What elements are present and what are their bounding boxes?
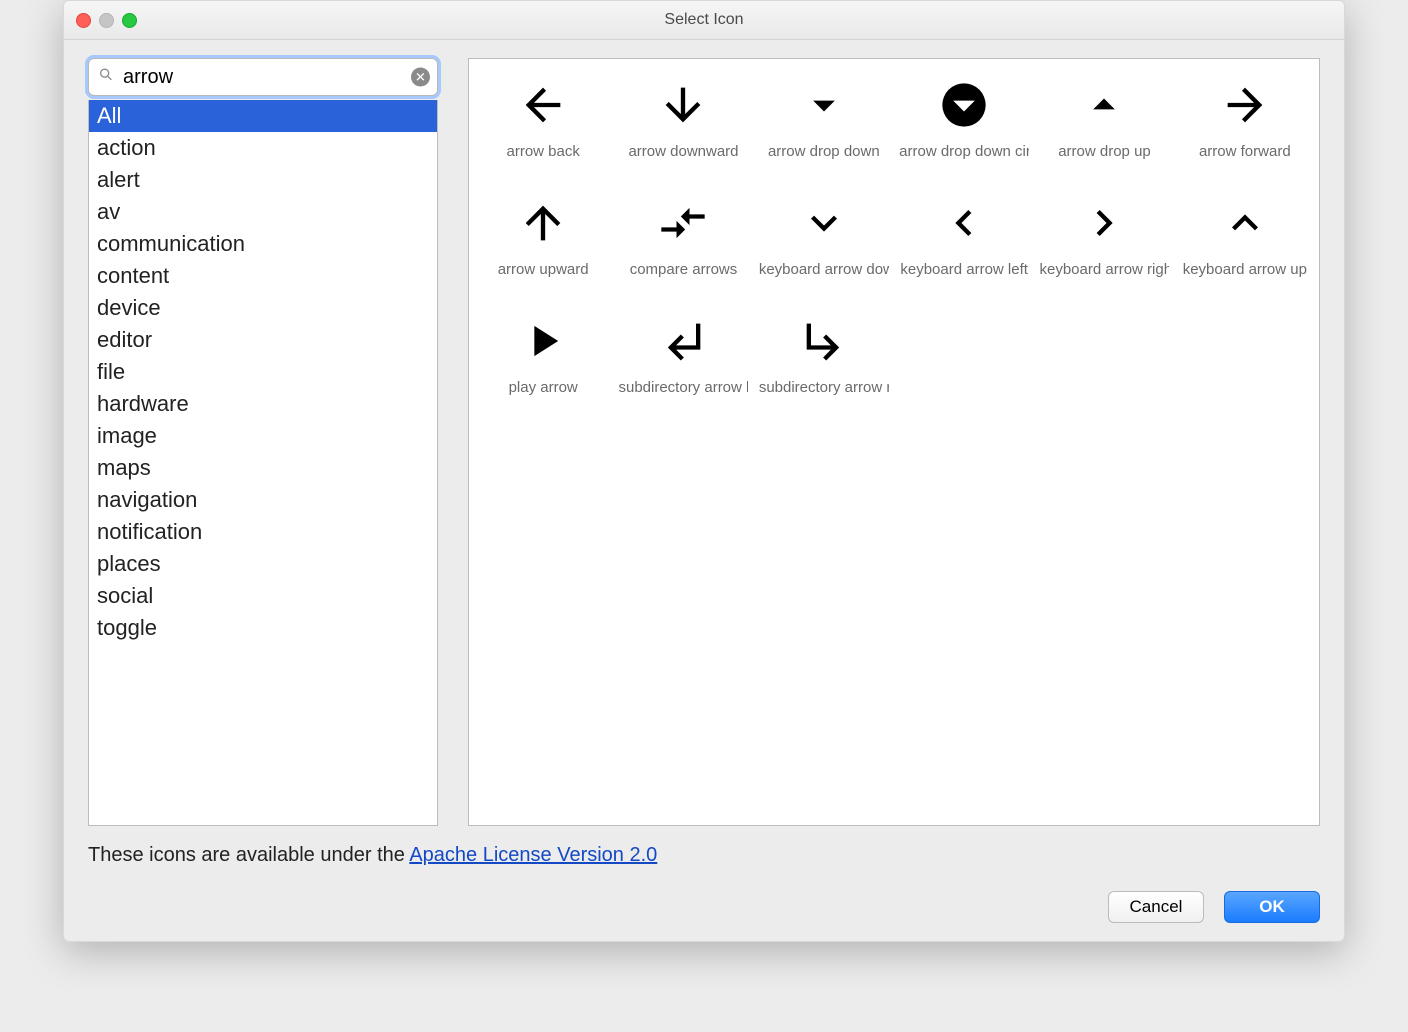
icon-grid: arrow back arrow downward arrow drop down a… bbox=[473, 69, 1315, 423]
arrow-back-icon bbox=[515, 77, 571, 133]
category-item[interactable]: places bbox=[89, 548, 437, 580]
icon-cell[interactable]: arrow drop up bbox=[1034, 69, 1174, 187]
category-item[interactable]: maps bbox=[89, 452, 437, 484]
icon-label: keyboard arrow left bbox=[900, 261, 1028, 278]
close-window-button[interactable] bbox=[76, 13, 91, 28]
arrow-drop-up-icon bbox=[1076, 77, 1132, 133]
icon-cell[interactable]: arrow forward bbox=[1175, 69, 1315, 187]
subdir-left-icon bbox=[655, 313, 711, 369]
keyboard-arrow-up-icon bbox=[1217, 195, 1273, 251]
license-text: These icons are available under the Apac… bbox=[88, 844, 1320, 867]
arrow-downward-icon bbox=[655, 77, 711, 133]
arrow-drop-down-circle-icon bbox=[936, 77, 992, 133]
category-item[interactable]: alert bbox=[89, 164, 437, 196]
category-item[interactable]: hardware bbox=[89, 388, 437, 420]
icon-cell[interactable]: keyboard arrow right bbox=[1034, 187, 1174, 305]
search-field-wrap: ✕ bbox=[88, 58, 438, 96]
license-link[interactable]: Apache License Version 2.0 bbox=[409, 844, 657, 866]
icon-label: subdirectory arrow right bbox=[759, 379, 889, 396]
category-item[interactable]: All bbox=[89, 100, 437, 132]
icon-cell[interactable]: compare arrows bbox=[613, 187, 753, 305]
category-item[interactable]: device bbox=[89, 292, 437, 324]
window-title: Select Icon bbox=[64, 11, 1344, 29]
icon-label: arrow drop down bbox=[768, 143, 880, 160]
zoom-window-button[interactable] bbox=[122, 13, 137, 28]
compare-arrows-icon bbox=[655, 195, 711, 251]
category-item[interactable]: image bbox=[89, 420, 437, 452]
ok-button[interactable]: OK bbox=[1224, 891, 1320, 923]
minimize-window-button[interactable] bbox=[99, 13, 114, 28]
icon-label: compare arrows bbox=[630, 261, 738, 278]
subdir-right-icon bbox=[796, 313, 852, 369]
category-item[interactable]: social bbox=[89, 580, 437, 612]
category-item[interactable]: action bbox=[89, 132, 437, 164]
keyboard-arrow-right-icon bbox=[1076, 195, 1132, 251]
category-item[interactable]: notification bbox=[89, 516, 437, 548]
icon-label: arrow upward bbox=[498, 261, 589, 278]
play-arrow-icon bbox=[515, 313, 571, 369]
icon-label: keyboard arrow right bbox=[1039, 261, 1169, 278]
footer: These icons are available under the Apac… bbox=[64, 834, 1344, 941]
clear-search-icon[interactable]: ✕ bbox=[411, 68, 430, 87]
keyboard-arrow-left-icon bbox=[936, 195, 992, 251]
icon-label: keyboard arrow up bbox=[1183, 261, 1307, 278]
icon-cell[interactable]: arrow drop down bbox=[754, 69, 894, 187]
window-controls bbox=[76, 13, 137, 28]
icon-grid-area: arrow back arrow downward arrow drop down a… bbox=[468, 58, 1320, 826]
arrow-upward-icon bbox=[515, 195, 571, 251]
keyboard-arrow-down-icon bbox=[796, 195, 852, 251]
category-item[interactable]: av bbox=[89, 196, 437, 228]
icon-label: play arrow bbox=[509, 379, 578, 396]
icon-cell[interactable]: keyboard arrow left bbox=[894, 187, 1034, 305]
category-item[interactable]: editor bbox=[89, 324, 437, 356]
icon-label: arrow forward bbox=[1199, 143, 1291, 160]
category-item[interactable]: toggle bbox=[89, 612, 437, 644]
icon-cell[interactable]: arrow downward bbox=[613, 69, 753, 187]
search-icon bbox=[98, 67, 114, 88]
icon-label: subdirectory arrow left bbox=[618, 379, 748, 396]
icon-label: arrow downward bbox=[628, 143, 738, 160]
category-item[interactable]: file bbox=[89, 356, 437, 388]
sidebar: ✕ Allactionalertavcommunicationcontentde… bbox=[88, 58, 438, 826]
icon-cell[interactable]: keyboard arrow up bbox=[1175, 187, 1315, 305]
category-item[interactable]: navigation bbox=[89, 484, 437, 516]
icon-cell[interactable]: keyboard arrow down bbox=[754, 187, 894, 305]
icon-cell[interactable]: arrow back bbox=[473, 69, 613, 187]
search-input[interactable] bbox=[88, 58, 438, 96]
icon-cell[interactable]: arrow drop down circle bbox=[894, 69, 1034, 187]
icon-label: arrow drop up bbox=[1058, 143, 1151, 160]
icon-label: keyboard arrow down bbox=[759, 261, 889, 278]
icon-cell[interactable]: subdirectory arrow right bbox=[754, 305, 894, 423]
category-item[interactable]: content bbox=[89, 260, 437, 292]
category-item[interactable]: communication bbox=[89, 228, 437, 260]
icon-label: arrow back bbox=[506, 143, 579, 160]
select-icon-dialog: Select Icon ✕ Allactionalertavcommunicat… bbox=[63, 0, 1345, 942]
arrow-forward-icon bbox=[1217, 77, 1273, 133]
license-prefix: These icons are available under the bbox=[88, 844, 409, 866]
icon-cell[interactable]: arrow upward bbox=[473, 187, 613, 305]
titlebar: Select Icon bbox=[64, 1, 1344, 40]
arrow-drop-down-icon bbox=[796, 77, 852, 133]
cancel-button[interactable]: Cancel bbox=[1108, 891, 1204, 923]
icon-cell[interactable]: subdirectory arrow left bbox=[613, 305, 753, 423]
icon-label: arrow drop down circle bbox=[899, 143, 1029, 160]
category-list[interactable]: Allactionalertavcommunicationcontentdevi… bbox=[88, 100, 438, 826]
icon-cell[interactable]: play arrow bbox=[473, 305, 613, 423]
